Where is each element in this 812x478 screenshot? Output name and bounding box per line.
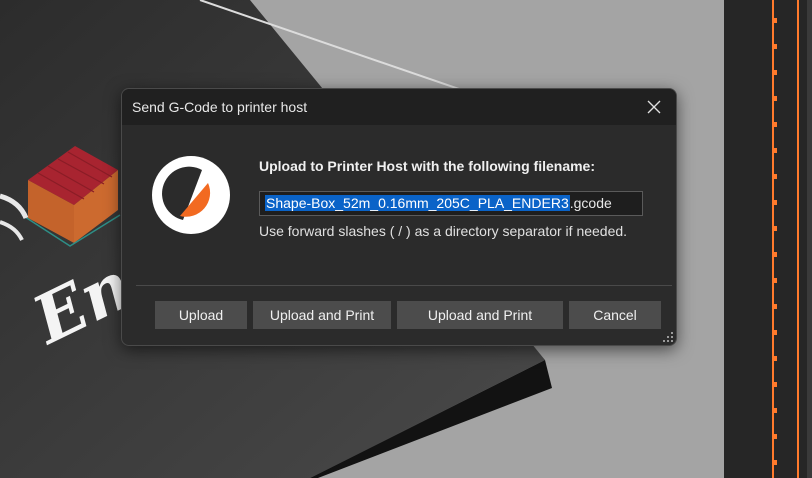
filename-extension: .gcode xyxy=(569,195,612,211)
cancel-button[interactable]: Cancel xyxy=(569,301,661,329)
send-gcode-dialog: Send G-Code to printer host Upload to Pr… xyxy=(121,88,677,346)
resize-grip-icon[interactable] xyxy=(663,332,673,342)
right-side-panel xyxy=(724,0,812,478)
dialog-titlebar[interactable]: Send G-Code to printer host xyxy=(122,89,676,125)
panel-scrollbar-edge[interactable] xyxy=(807,0,812,478)
filename-selected-text: Shape-Box_52m_0.16mm_205C_PLA_ENDER3 xyxy=(265,195,570,211)
close-icon xyxy=(647,100,661,114)
close-button[interactable] xyxy=(632,89,676,125)
filename-input[interactable]: Shape-Box_52m_0.16mm_205C_PLA_ENDER3.gco… xyxy=(259,191,643,216)
upload-and-print-button-2[interactable]: Upload and Print xyxy=(397,301,563,329)
panel-accent-line-2 xyxy=(797,0,799,478)
upload-heading: Upload to Printer Host with the followin… xyxy=(259,158,595,174)
upload-button[interactable]: Upload xyxy=(155,301,247,329)
directory-hint: Use forward slashes ( / ) as a directory… xyxy=(259,223,628,239)
dialog-title: Send G-Code to printer host xyxy=(132,99,308,115)
dialog-divider xyxy=(136,285,672,286)
upload-and-print-button[interactable]: Upload and Print xyxy=(253,301,391,329)
app-logo-icon xyxy=(152,156,230,234)
